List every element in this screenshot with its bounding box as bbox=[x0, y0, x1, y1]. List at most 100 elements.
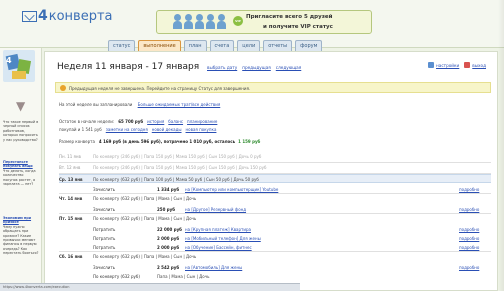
transaction-action: Потратить bbox=[93, 245, 116, 250]
summary-label: покупай и 1 541 руб bbox=[59, 127, 102, 132]
invite-promo-banner[interactable]: VIP Пригласите всего 5 друзей и получите… bbox=[156, 10, 372, 34]
logo-word: конверта bbox=[48, 8, 113, 24]
summary-row: покупай и 1 541 руб заметки на сегодня нов… bbox=[59, 127, 216, 132]
transaction-amount: 250 руб bbox=[157, 207, 176, 212]
transaction-description[interactable]: на [Компьютер или компьютерщик] Youtube bbox=[185, 187, 278, 192]
warning-text: Предыдущая неделя не завершена. Перейдит… bbox=[69, 86, 251, 91]
details-link[interactable]: подробно bbox=[459, 207, 479, 212]
logo-mark: 4 bbox=[38, 8, 48, 24]
day-row: Вт. 12 янв По конверту (246 руб) | Папа 1… bbox=[59, 163, 491, 172]
main-nav: статус выполнение план счета цели отчеты форум bbox=[108, 40, 325, 51]
transaction-amount: 2 000 руб bbox=[157, 236, 180, 241]
sidebar-text: Что делать, когда количество покупок рас… bbox=[3, 168, 36, 187]
envelope-icon bbox=[22, 10, 37, 22]
status-bar: https://www.4konverta.com/execution bbox=[0, 283, 300, 291]
settings-link[interactable]: настройки bbox=[436, 63, 459, 68]
day-label: Сб. 16 янв bbox=[59, 254, 83, 259]
day-envelope-allocation[interactable]: По конверту (632 руб) | Папа | Мама | Сы… bbox=[93, 216, 196, 221]
sidebar: 4 ▼ Что такое первый в черный список раб… bbox=[0, 48, 42, 291]
transaction-action: Зачислить bbox=[93, 187, 116, 192]
warning-icon bbox=[60, 85, 66, 91]
mascot-image: 4 bbox=[3, 50, 35, 82]
promo-line-2: и получите VIP статус bbox=[263, 24, 333, 30]
transaction-description[interactable]: на [Обучение] Бассейн, фитнес bbox=[185, 245, 252, 250]
exit-link[interactable]: выход bbox=[472, 63, 486, 68]
transaction-description[interactable]: на [Автомобиль] Для жены bbox=[185, 265, 242, 270]
summary-link[interactable]: баланс bbox=[168, 119, 183, 124]
details-link[interactable]: подробно bbox=[459, 236, 479, 241]
transaction-description[interactable]: на [Крупная платеж] Квартира bbox=[185, 227, 251, 232]
summary-row: Размер конверта 4 169 руб (в день 596 руб… bbox=[59, 139, 260, 144]
transaction-amount: 22 000 руб bbox=[157, 227, 182, 232]
week-links: выбрать дату предыдущая следующая bbox=[207, 65, 306, 70]
day-row: Пн. 11 янв По конверту (246 руб) | Папа 1… bbox=[59, 152, 491, 161]
sidebar-link[interactable]: Перестаньте покупать вещи bbox=[3, 160, 39, 169]
transaction-description[interactable]: Папа | Мама | Сын | Дочь bbox=[157, 274, 209, 279]
transaction-amount: 2 542 руб bbox=[157, 265, 180, 270]
day-label: Ср. 13 янв bbox=[59, 177, 83, 182]
transaction-action: Зачислить bbox=[93, 265, 116, 270]
transaction-row: Зачислить 2 542 руб на [Автомобиль] Для же… bbox=[59, 263, 491, 271]
sidebar-text: Чему нужно обращать при кризисе? Какие п… bbox=[3, 224, 39, 256]
sidebar-link[interactable]: Экономим при кризисе bbox=[3, 216, 39, 225]
transaction-description[interactable]: на [Другое] Резервный фонд bbox=[185, 207, 246, 212]
previous-week-link[interactable]: предыдущая bbox=[242, 65, 271, 70]
sidebar-text: Что такое первый в черный список работни… bbox=[3, 120, 39, 142]
settings-icon bbox=[428, 62, 435, 68]
day-row: Сб. 16 янв По конверту (632 руб) | Папа |… bbox=[59, 252, 491, 261]
tab-0[interactable]: статус bbox=[108, 40, 136, 51]
transaction-row: Зачислить 1 334 руб на [Компьютер или комп… bbox=[59, 185, 491, 193]
header: 4 конверта VIP Пригласите всего 5 друзей… bbox=[0, 0, 504, 51]
summary-link[interactable]: планирование bbox=[187, 119, 217, 124]
day-label: Чт. 14 янв bbox=[59, 196, 83, 201]
details-link[interactable]: подробно bbox=[459, 245, 479, 250]
tab-2[interactable]: план bbox=[183, 40, 207, 51]
summary-row: Остаток в начале недели: 65 700 руб истори… bbox=[59, 119, 217, 124]
expected-expenses-link[interactable]: Больше ожидаемых трат/все действия bbox=[138, 102, 221, 107]
day-row: Чт. 14 янв По конверту (632 руб) | Папа |… bbox=[59, 194, 491, 203]
summary-label: Остаток в начале недели: bbox=[59, 119, 115, 124]
day-label: Вт. 12 янв bbox=[59, 165, 81, 170]
details-link[interactable]: подробно bbox=[459, 265, 479, 270]
details-link[interactable]: подробно bbox=[459, 227, 479, 232]
day-envelope-allocation[interactable]: По конверту (246 руб) | Папа 150 руб | М… bbox=[93, 154, 261, 159]
transaction-row: Зачислить 250 руб на [Другое] Резервный фо… bbox=[59, 205, 491, 213]
top-right-links: настройки выход bbox=[428, 62, 491, 68]
transaction-row: Потратить 2 000 руб на [Мобильный телефон]… bbox=[59, 234, 491, 242]
day-row: Ср. 13 янв По конверту (632 руб) | Папа 1… bbox=[59, 174, 491, 183]
day-envelope-allocation[interactable]: По конверту (632 руб) | Папа | Мама | Сы… bbox=[93, 254, 196, 259]
tab-1[interactable]: выполнение bbox=[138, 40, 181, 51]
choose-date-link[interactable]: выбрать дату bbox=[207, 65, 237, 70]
page-title: Неделя 11 января - 17 января bbox=[57, 62, 200, 72]
transaction-row: Потратить 2 000 руб на [Обучение] Бассейн,… bbox=[59, 243, 491, 251]
transaction-description[interactable]: на [Мобильный телефон] Для жены bbox=[185, 236, 261, 241]
logo[interactable]: 4 конверта bbox=[22, 8, 113, 24]
tab-3[interactable]: счета bbox=[209, 40, 235, 51]
transaction-amount: 1 334 руб bbox=[157, 187, 180, 192]
sidebar-block: Что такое первый в черный список работни… bbox=[3, 120, 39, 142]
day-envelope-allocation[interactable]: По конверту (632 руб) | Папа 100 руб | М… bbox=[93, 177, 259, 182]
transaction-row: По конверту (632 руб) Папа | Мама | Сын |… bbox=[59, 272, 491, 280]
summary-link[interactable]: новой декады bbox=[152, 127, 182, 132]
day-envelope-allocation[interactable]: По конверту (246 руб) | Папа 150 руб | М… bbox=[93, 165, 266, 170]
exit-icon bbox=[464, 62, 471, 68]
next-week-link[interactable]: следующая bbox=[276, 65, 301, 70]
sidebar-block: Экономим при кризисе Чему нужно обращать… bbox=[3, 216, 39, 256]
tab-6[interactable]: форум bbox=[295, 40, 323, 51]
promo-line-1: Пригласите всего 5 друзей bbox=[246, 14, 333, 20]
main-panel: Неделя 11 января - 17 января выбрать дат… bbox=[44, 51, 498, 291]
sidebar-block: Перестаньте покупать вещи Что делать, ко… bbox=[3, 160, 39, 186]
people-icon bbox=[173, 14, 228, 29]
tab-5[interactable]: отчеты bbox=[263, 40, 293, 51]
summary-link[interactable]: история bbox=[147, 119, 164, 124]
warning-bar: Предыдущая неделя не завершена. Перейдит… bbox=[55, 82, 491, 93]
summary-link[interactable]: новая покупка bbox=[186, 127, 217, 132]
day-label: Пн. 11 янв bbox=[59, 154, 81, 159]
thumbs-down-icon[interactable]: ▼ bbox=[16, 100, 29, 113]
day-envelope-allocation[interactable]: По конверту (632 руб) | Папа | Мама | Сы… bbox=[93, 196, 196, 201]
summary-link[interactable]: заметки на сегодня bbox=[106, 127, 148, 132]
details-link[interactable]: подробно bbox=[459, 187, 479, 192]
tab-4[interactable]: цели bbox=[237, 40, 261, 51]
transaction-row: Потратить 22 000 руб на [Крупная платеж] К… bbox=[59, 225, 491, 233]
transaction-action: По конверту (632 руб) bbox=[93, 274, 140, 279]
